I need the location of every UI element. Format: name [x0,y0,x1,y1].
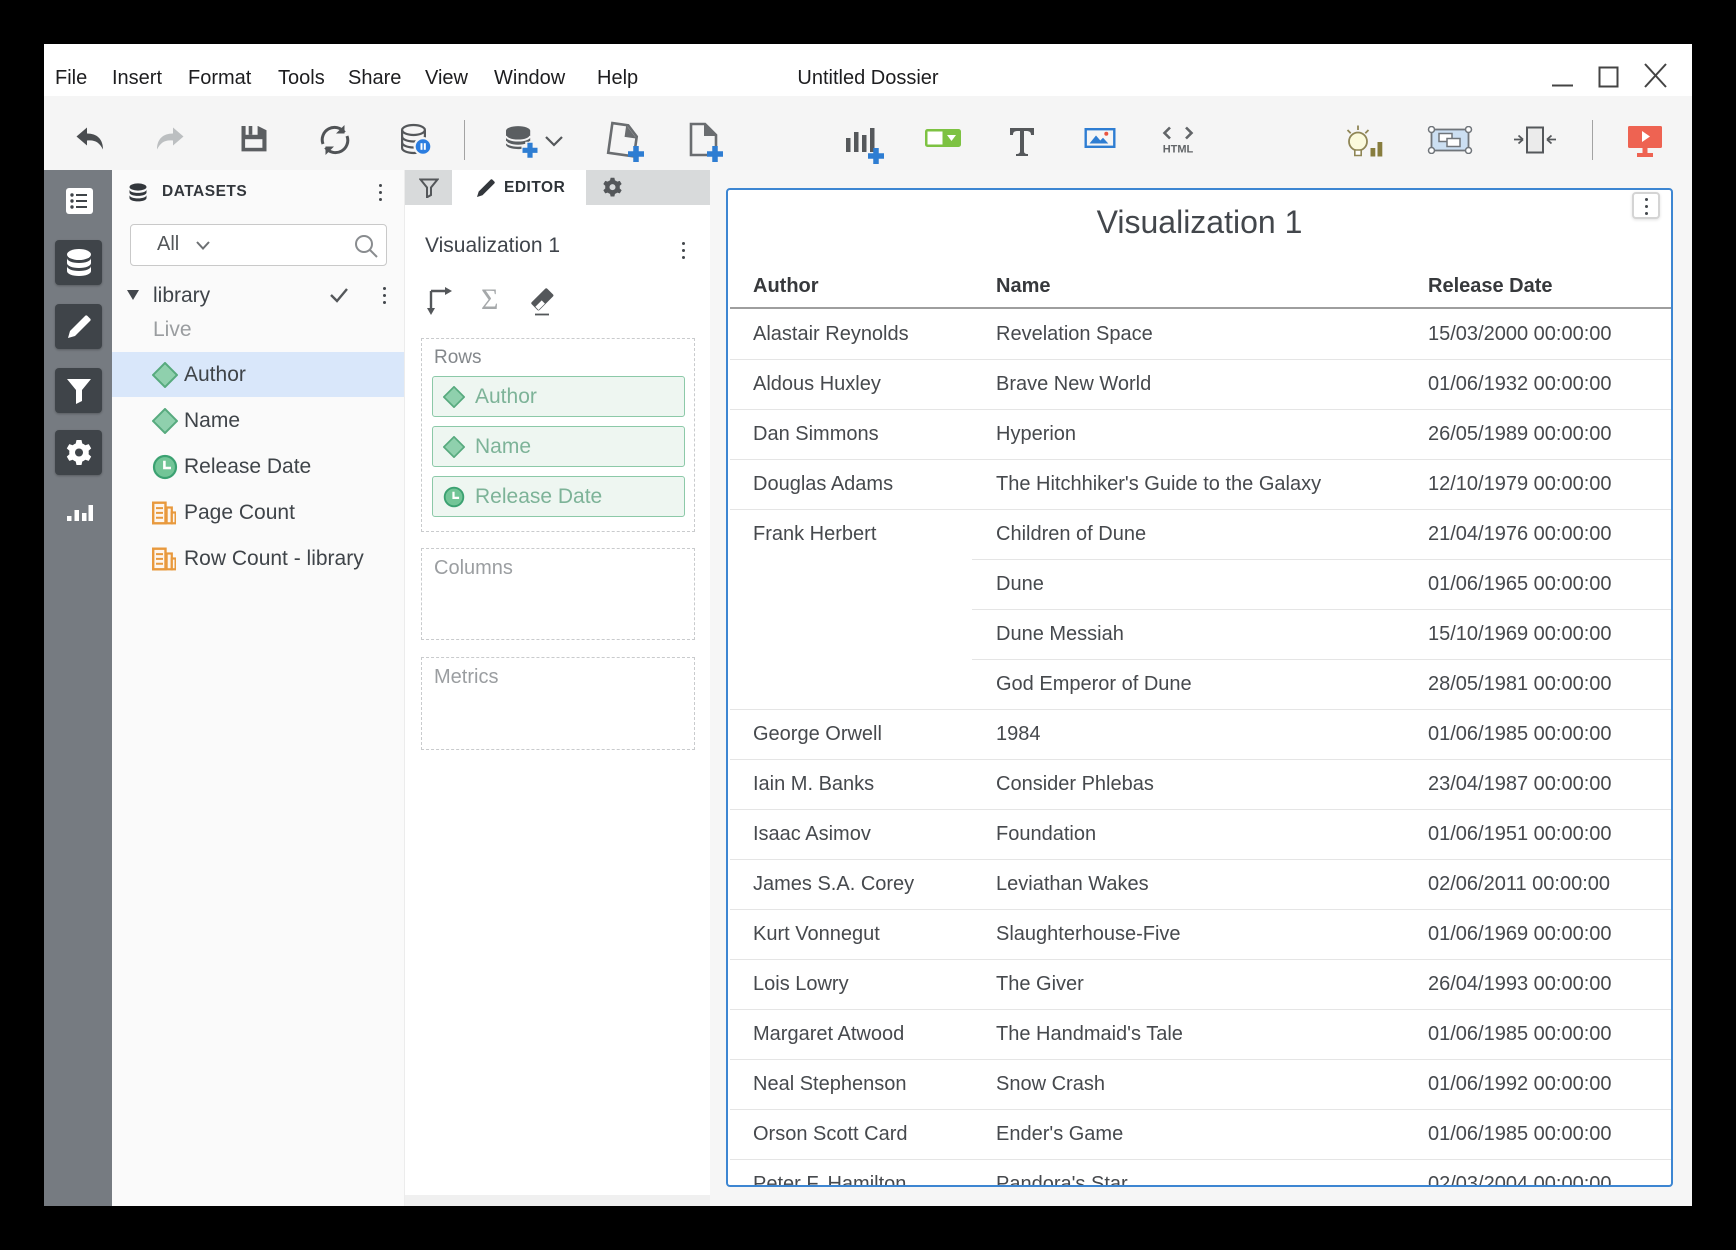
svg-text:HTML: HTML [1163,144,1194,156]
